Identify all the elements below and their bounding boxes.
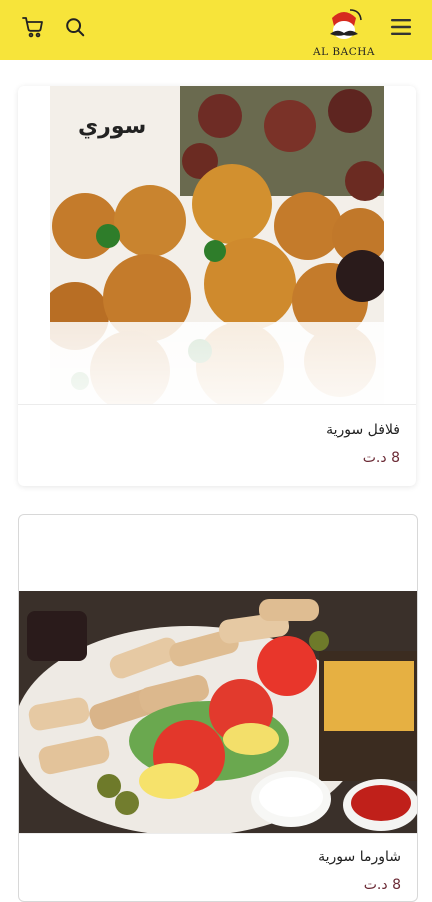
shawarma-photo[interactable] (19, 591, 417, 833)
brand-logo[interactable]: AL BACHA (306, 4, 382, 58)
photo-fade (50, 322, 384, 404)
search-icon[interactable] (62, 14, 88, 40)
photo-overlay-text: سوري (78, 114, 147, 139)
cart-icon[interactable] (20, 14, 46, 40)
product-name[interactable]: شاورما سورية (318, 849, 401, 865)
product-card[interactable]: سوري فلافل سورية 8 د.ت (18, 86, 416, 486)
product-card[interactable]: شاورما سورية 8 د.ت (18, 514, 418, 902)
divider (19, 833, 417, 834)
product-name[interactable]: فلافل سورية (326, 422, 400, 438)
product-price: 8 د.ت (363, 877, 401, 893)
app-header: AL BACHA (0, 0, 432, 60)
menu-icon[interactable] (390, 16, 412, 38)
divider (18, 404, 416, 405)
product-price: 8 د.ت (362, 450, 400, 466)
brand-name: AL BACHA (313, 46, 375, 58)
